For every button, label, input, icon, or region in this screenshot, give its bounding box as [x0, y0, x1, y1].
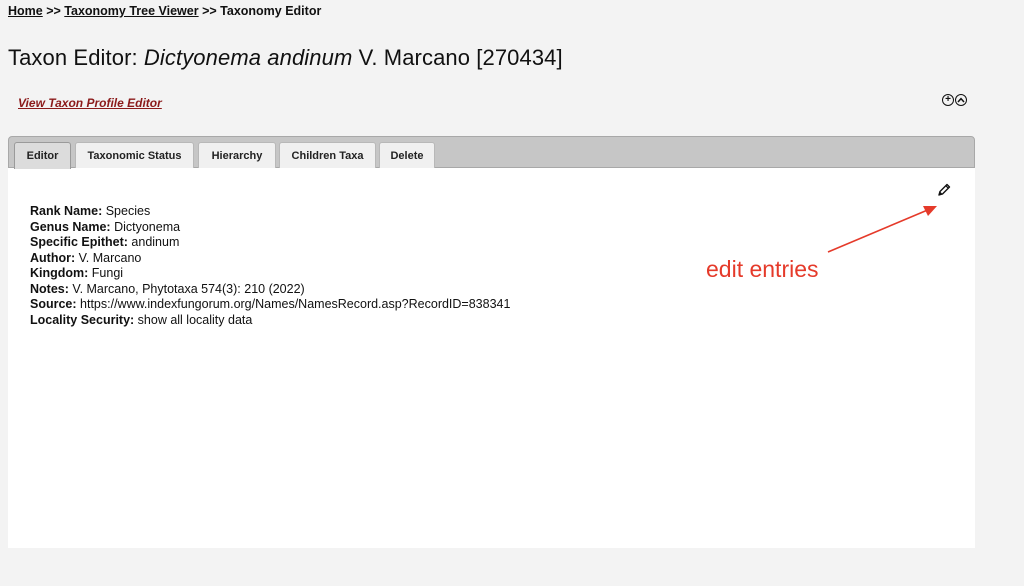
- field-value: V. Marcano: [75, 250, 142, 265]
- field-value: andinum: [127, 235, 180, 249]
- tab-delete[interactable]: Delete: [379, 142, 435, 168]
- tab-bar: Editor Taxonomic Status Hierarchy Childr…: [8, 136, 975, 169]
- field-label: Genus Name:: [30, 219, 111, 234]
- field-value: Species: [102, 204, 151, 218]
- field-rank-name: Rank Name: Species: [30, 204, 510, 220]
- field-label: Source:: [30, 297, 77, 311]
- field-value: show all locality data: [134, 312, 253, 327]
- field-value: V. Marcano, Phytotaxa 574(3): 210 (2022): [68, 281, 305, 296]
- taxon-details: Rank Name: Species Genus Name: Dictyonem…: [30, 204, 510, 328]
- page-title: Taxon Editor: Dictyonema andinum V. Marc…: [8, 45, 563, 71]
- field-value: https://www.indexfungorum.org/Names/Name…: [76, 297, 511, 311]
- field-label: Locality Security:: [30, 312, 135, 327]
- field-label: Notes:: [30, 281, 69, 296]
- plus-circle-icon[interactable]: +: [942, 94, 954, 106]
- breadcrumb-home-link[interactable]: Home: [8, 4, 43, 18]
- field-label: Rank Name:: [30, 204, 103, 218]
- editor-panel: Editor Taxonomic Status Hierarchy Childr…: [8, 136, 975, 548]
- field-value: Dictyonema: [110, 219, 181, 234]
- field-value: Fungi: [88, 266, 124, 280]
- pencil-icon[interactable]: [936, 182, 952, 198]
- field-kingdom: Kingdom: Fungi: [30, 266, 510, 282]
- field-label: Specific Epithet:: [30, 235, 128, 249]
- field-author: Author: V. Marcano: [30, 251, 510, 267]
- chevron-up-circle-icon[interactable]: [955, 94, 967, 106]
- tab-children-taxa[interactable]: Children Taxa: [279, 142, 376, 168]
- breadcrumb-current: Taxonomy Editor: [220, 4, 322, 18]
- breadcrumb-separator: >>: [198, 4, 221, 18]
- page-title-taxon: Dictyonema andinum: [143, 45, 353, 70]
- field-label: Kingdom:: [30, 266, 89, 280]
- field-notes: Notes: V. Marcano, Phytotaxa 574(3): 210…: [30, 282, 510, 298]
- tab-editor[interactable]: Editor: [14, 142, 71, 169]
- field-source: Source: https://www.indexfungorum.org/Na…: [30, 297, 510, 313]
- breadcrumb-separator: >>: [42, 4, 65, 18]
- page-title-prefix: Taxon Editor:: [8, 45, 144, 70]
- field-label: Author:: [30, 250, 76, 265]
- field-locality-security: Locality Security: show all locality dat…: [30, 313, 510, 329]
- page-title-suffix: V. Marcano [270434]: [352, 45, 563, 70]
- tab-hierarchy[interactable]: Hierarchy: [198, 142, 276, 168]
- view-taxon-profile-editor-link[interactable]: View Taxon Profile Editor: [18, 96, 162, 110]
- annotation-arrow: [827, 206, 937, 253]
- breadcrumb: Home >> Taxonomy Tree Viewer >> Taxonomy…: [8, 4, 321, 18]
- field-specific-epithet: Specific Epithet: andinum: [30, 235, 510, 251]
- tab-taxonomic-status[interactable]: Taxonomic Status: [75, 142, 194, 168]
- toggle-icons: +: [942, 94, 967, 106]
- annotation-label: edit entries: [706, 256, 819, 282]
- field-genus-name: Genus Name: Dictyonema: [30, 220, 510, 236]
- breadcrumb-tree-viewer-link[interactable]: Taxonomy Tree Viewer: [64, 4, 198, 18]
